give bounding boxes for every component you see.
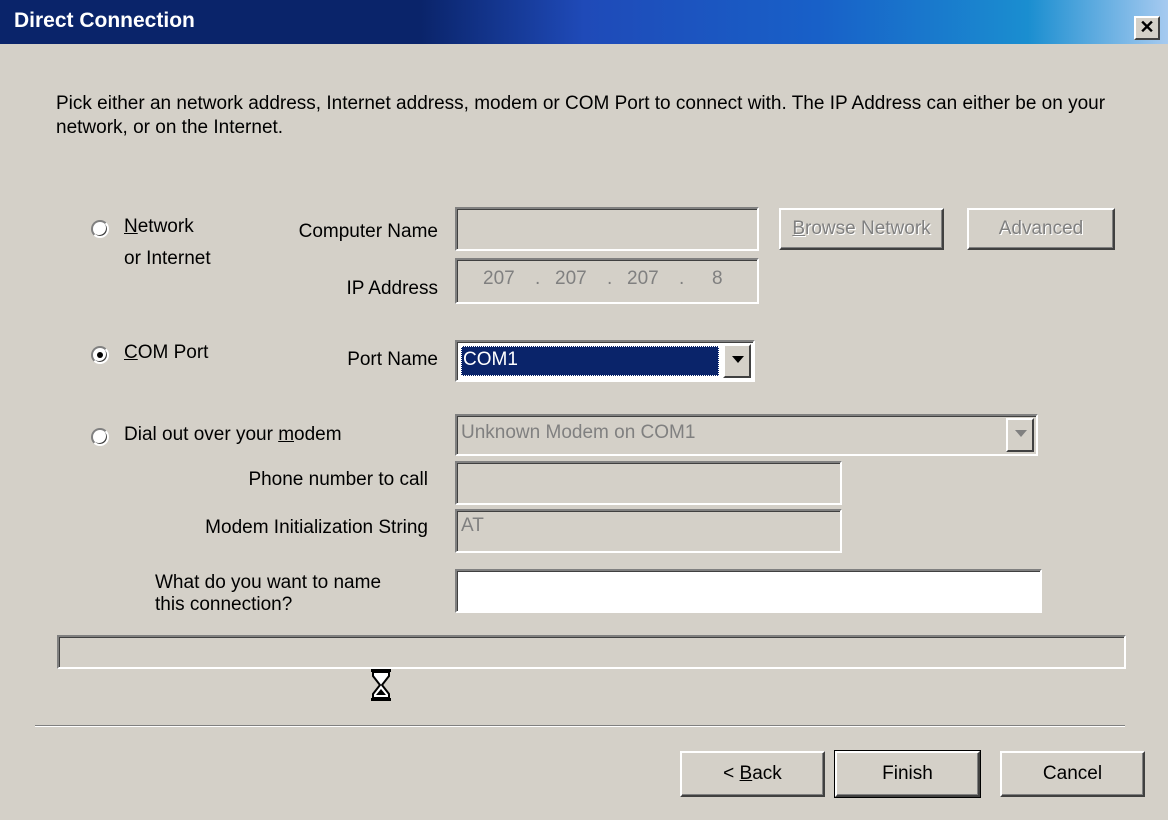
ip-separator: . — [607, 268, 613, 289]
network-radio[interactable] — [91, 220, 109, 238]
back-button[interactable]: < Back — [680, 751, 825, 797]
title-bar: Direct Connection ✕ — [0, 0, 1168, 44]
progress-bar — [57, 635, 1126, 669]
modem-dropdown-button[interactable] — [1006, 418, 1034, 452]
modem-radio[interactable] — [91, 428, 109, 446]
close-icon: ✕ — [1139, 17, 1155, 37]
modem-radio-label[interactable]: Dial out over your modem — [124, 424, 342, 446]
modem-select[interactable]: Unknown Modem on COM1 — [455, 414, 1038, 456]
modem-init-input[interactable]: AT — [455, 509, 842, 553]
ip-address-input[interactable]: 207 . 207 . 207 . 8 — [455, 258, 759, 304]
port-name-value: COM1 — [461, 346, 719, 376]
hourglass-icon — [371, 669, 391, 701]
com-port-radio[interactable] — [91, 346, 109, 364]
port-dropdown-button[interactable] — [723, 344, 751, 378]
ip-separator: . — [535, 268, 541, 289]
ip-octet-2: 207 — [555, 268, 587, 289]
advanced-button[interactable]: Advanced — [967, 208, 1115, 250]
network-radio-label[interactable]: Network — [124, 216, 194, 238]
computer-name-input[interactable] — [455, 207, 759, 251]
port-name-label: Port Name — [347, 349, 438, 370]
radio-selected-dot — [97, 352, 103, 358]
chevron-down-icon — [732, 356, 744, 363]
connection-name-input[interactable] — [455, 569, 1042, 613]
browse-network-button[interactable]: Browse Network — [779, 208, 944, 250]
computer-name-label: Computer Name — [298, 221, 438, 242]
finish-button[interactable]: Finish — [834, 750, 981, 798]
com-port-radio-label[interactable]: COM Port — [124, 342, 208, 364]
phone-number-label: Phone number to call — [248, 469, 428, 490]
port-name-select[interactable]: COM1 — [455, 340, 755, 382]
description-text: Pick either an network address, Internet… — [56, 93, 1106, 138]
chevron-down-icon — [1015, 430, 1027, 437]
phone-number-input[interactable] — [455, 461, 842, 505]
ip-octet-3: 207 — [627, 268, 659, 289]
window-title: Direct Connection — [14, 9, 195, 32]
connection-name-label: What do you want to name this connection… — [155, 572, 382, 615]
network-radio-label-line2: or Internet — [124, 248, 211, 269]
ip-octet-4: 8 — [712, 268, 723, 289]
ip-address-label: IP Address — [346, 278, 438, 299]
modem-init-label: Modem Initialization String — [205, 517, 428, 538]
ip-octet-1: 207 — [483, 268, 515, 289]
modem-value: Unknown Modem on COM1 — [461, 422, 696, 443]
close-button[interactable]: ✕ — [1134, 16, 1160, 40]
cancel-button[interactable]: Cancel — [1000, 751, 1145, 797]
ip-separator: . — [679, 268, 685, 289]
separator — [35, 725, 1125, 727]
